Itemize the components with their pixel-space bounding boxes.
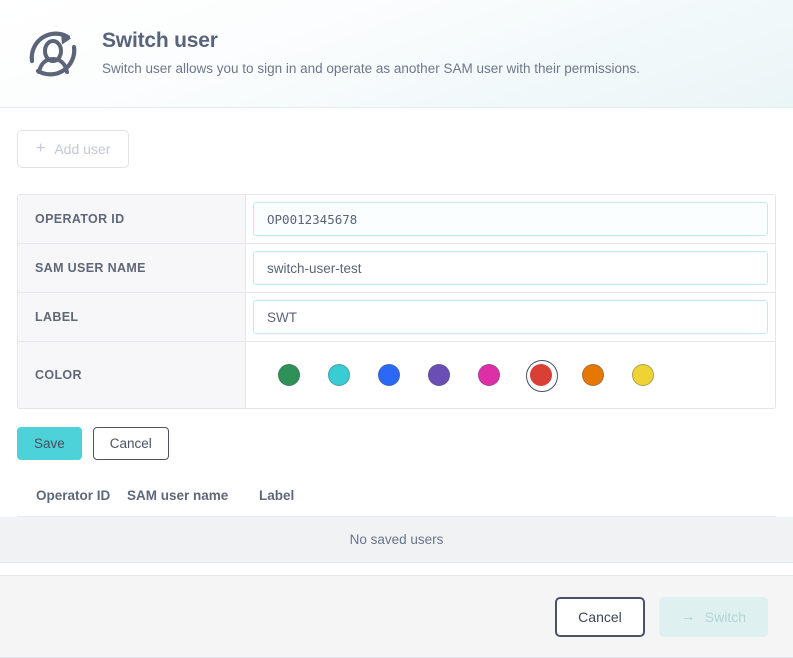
page-header: Switch user Switch user allows you to si… xyxy=(0,0,793,108)
switch-label: Switch xyxy=(705,609,746,625)
column-header-label: Label xyxy=(259,488,359,503)
saved-users-table-header: Operator ID SAM user name Label xyxy=(17,488,776,517)
field-color xyxy=(246,342,775,408)
header-text-block: Switch user Switch user allows you to si… xyxy=(102,30,640,77)
color-swatch-orange[interactable] xyxy=(580,362,606,388)
color-swatch-yellow[interactable] xyxy=(630,362,656,388)
add-user-label: Add user xyxy=(54,141,110,157)
plus-icon: + xyxy=(36,141,45,157)
page-subtitle: Switch user allows you to sign in and op… xyxy=(102,61,640,77)
add-user-button[interactable]: + Add user xyxy=(17,130,129,168)
page-title: Switch user xyxy=(102,30,640,51)
color-swatch-group[interactable] xyxy=(256,360,656,390)
field-label xyxy=(246,293,775,341)
save-button[interactable]: Save xyxy=(17,427,82,460)
field-sam-user-name xyxy=(246,244,775,292)
cancel-button[interactable]: Cancel xyxy=(555,597,645,637)
arrow-right-icon: → xyxy=(681,609,696,624)
form-row-operator-id: OPERATOR ID xyxy=(18,195,775,244)
color-dot-yellow xyxy=(632,364,654,386)
field-operator-id xyxy=(246,195,775,243)
label-input[interactable] xyxy=(253,300,768,334)
color-dot-green xyxy=(278,364,300,386)
switch-button[interactable]: → Switch xyxy=(659,597,768,637)
color-dot-turquoise xyxy=(328,364,350,386)
column-header-operator-id: Operator ID xyxy=(17,488,127,503)
main-content: + Add user OPERATOR ID SAM USER NAME LAB… xyxy=(0,108,793,563)
form-row-label: LABEL xyxy=(18,293,775,342)
label-sam-user-name: SAM USER NAME xyxy=(18,244,246,292)
form-row-color: COLOR xyxy=(18,342,775,408)
color-dot-magenta xyxy=(478,364,500,386)
saved-users-empty-state: No saved users xyxy=(0,517,793,563)
color-swatch-blue[interactable] xyxy=(376,362,402,388)
label-operator-id: OPERATOR ID xyxy=(18,195,246,243)
sam-user-name-input[interactable] xyxy=(253,251,768,285)
color-swatch-magenta[interactable] xyxy=(476,362,502,388)
color-swatch-turquoise[interactable] xyxy=(326,362,352,388)
operator-id-input[interactable] xyxy=(253,202,768,236)
color-swatch-green[interactable] xyxy=(276,362,302,388)
user-form-table: OPERATOR ID SAM USER NAME LABEL COLOR xyxy=(17,194,776,409)
color-dot-orange xyxy=(582,364,604,386)
form-action-buttons: Save Cancel xyxy=(17,427,776,460)
switch-user-icon xyxy=(22,23,84,85)
dialog-footer: Cancel → Switch xyxy=(0,575,793,658)
color-dot-red xyxy=(530,364,552,386)
color-swatch-red[interactable] xyxy=(526,360,556,390)
label-color: COLOR xyxy=(18,342,246,408)
column-header-sam-user-name: SAM user name xyxy=(127,488,259,503)
color-swatch-purple[interactable] xyxy=(426,362,452,388)
label-label: LABEL xyxy=(18,293,246,341)
form-row-sam-user-name: SAM USER NAME xyxy=(18,244,775,293)
form-cancel-button[interactable]: Cancel xyxy=(93,427,169,460)
color-dot-blue xyxy=(378,364,400,386)
color-dot-purple xyxy=(428,364,450,386)
